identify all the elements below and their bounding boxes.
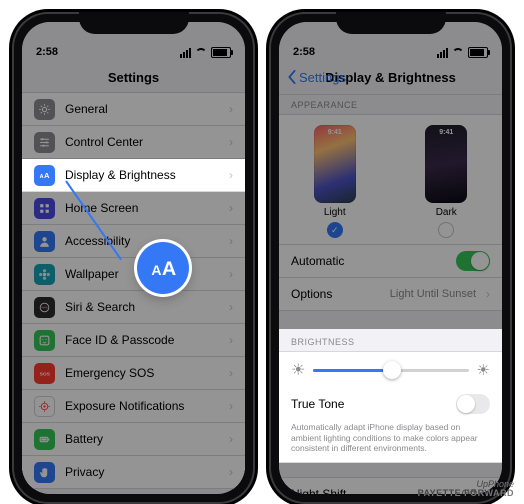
- siri-icon: [34, 297, 55, 318]
- sun-large-icon: ☀︎: [477, 361, 490, 379]
- chevron-right-icon: ›: [229, 399, 233, 413]
- row-accessibility[interactable]: Accessibility ›: [22, 225, 245, 258]
- row-automatic: Automatic: [279, 245, 502, 278]
- svg-text:A: A: [151, 262, 161, 278]
- notch: [79, 12, 189, 34]
- battery-icon: [34, 429, 55, 450]
- row-label: Accessibility: [65, 234, 219, 248]
- cell-signal-icon: [437, 48, 448, 58]
- light-label: Light: [324, 207, 346, 218]
- chevron-right-icon: ›: [229, 267, 233, 281]
- wifi-icon: [195, 48, 207, 57]
- back-button[interactable]: Settings: [287, 70, 346, 85]
- nav-bar: Settings: [22, 60, 245, 95]
- svg-text:SOS: SOS: [40, 371, 51, 377]
- row-label: Battery: [65, 432, 219, 446]
- brightness-header: Brightness: [279, 329, 502, 351]
- automatic-switch[interactable]: [456, 251, 490, 271]
- exposure-icon: [34, 396, 55, 417]
- row-face-id[interactable]: Face ID & Passcode ›: [22, 324, 245, 357]
- grid-icon: [34, 198, 55, 219]
- chevron-right-icon: ›: [486, 287, 490, 301]
- appearance-light[interactable]: Light: [314, 125, 356, 238]
- sos-icon: SOS: [34, 363, 55, 384]
- sun-small-icon: ☀︎: [291, 360, 305, 380]
- battery-icon: [468, 47, 488, 58]
- notch: [336, 12, 446, 34]
- row-battery[interactable]: Battery ›: [22, 423, 245, 456]
- dark-radio[interactable]: [438, 222, 454, 238]
- dark-label: Dark: [436, 207, 457, 218]
- gear-icon: [34, 99, 55, 120]
- chevron-right-icon: ›: [229, 366, 233, 380]
- true-tone-desc: Automatically adapt iPhone display based…: [279, 420, 502, 462]
- aA-icon: AA: [34, 165, 55, 186]
- status-time: 2:58: [36, 46, 58, 58]
- appearance-picker: Light Dark: [279, 114, 502, 244]
- chevron-left-icon: [287, 70, 297, 84]
- aA-icon: A A: [149, 254, 177, 282]
- watermark: UpPhonePAYETTE FORWARD: [418, 480, 514, 498]
- row-label: Emergency SOS: [65, 366, 219, 380]
- chevron-right-icon: ›: [229, 300, 233, 314]
- phone-left: 2:58 Settings General›Control Center›AAD…: [12, 12, 255, 504]
- automatic-label: Automatic: [291, 254, 446, 268]
- chevron-right-icon: ›: [229, 168, 233, 182]
- true-tone-switch[interactable]: [456, 394, 490, 414]
- dark-thumbnail: [425, 125, 467, 203]
- person-icon: [34, 231, 55, 252]
- cell-signal-icon: [180, 48, 191, 58]
- faceid-icon: [34, 330, 55, 351]
- settings-list[interactable]: General›Control Center›AADisplay & Brigh…: [22, 92, 245, 494]
- row-emergency-sos[interactable]: SOS Emergency SOS ›: [22, 357, 245, 390]
- chevron-right-icon: ›: [229, 102, 233, 116]
- row-general[interactable]: General ›: [22, 93, 245, 126]
- brightness-section: ☀︎ ☀︎ True Tone Automatically adapt iPho…: [279, 351, 502, 463]
- svg-text:A: A: [162, 258, 176, 280]
- appearance-header: Appearance: [279, 100, 502, 114]
- svg-text:A: A: [40, 174, 44, 180]
- row-display-brightness[interactable]: AA Display & Brightness ›: [22, 159, 245, 192]
- wifi-icon: [452, 48, 464, 57]
- row-label: Exposure Notifications: [65, 399, 219, 413]
- svg-text:A: A: [44, 171, 50, 180]
- chevron-right-icon: ›: [229, 333, 233, 347]
- row-true-tone: True Tone: [279, 388, 502, 420]
- status-time: 2:58: [293, 46, 315, 58]
- chevron-right-icon: ›: [229, 465, 233, 479]
- options-value: Light Until Sunset: [390, 288, 476, 300]
- row-label: Display & Brightness: [65, 168, 219, 182]
- row-options[interactable]: Options Light Until Sunset ›: [279, 278, 502, 310]
- chevron-right-icon: ›: [229, 201, 233, 215]
- row-privacy[interactable]: Privacy ›: [22, 456, 245, 488]
- chevron-right-icon: ›: [229, 234, 233, 248]
- light-radio[interactable]: [327, 222, 343, 238]
- row-label: Privacy: [65, 465, 219, 479]
- row-label: Face ID & Passcode: [65, 333, 219, 347]
- nav-bar: Settings Display & Brightness: [279, 60, 502, 95]
- row-label: Siri & Search: [65, 300, 219, 314]
- row-control-center[interactable]: Control Center ›: [22, 126, 245, 159]
- phone-right: 2:58 Settings Display & Brightness Appea…: [269, 12, 512, 504]
- nav-title: Settings: [108, 70, 159, 85]
- row-wallpaper[interactable]: Wallpaper›: [22, 258, 245, 291]
- appearance-dark[interactable]: Dark: [425, 125, 467, 238]
- options-label: Options: [291, 287, 380, 301]
- callout-bubble: A A: [137, 242, 189, 294]
- battery-icon: [211, 47, 231, 58]
- light-thumbnail: [314, 125, 356, 203]
- chevron-right-icon: ›: [229, 135, 233, 149]
- brightness-slider[interactable]: [313, 369, 468, 372]
- hand-icon: [34, 462, 55, 483]
- back-label: Settings: [299, 70, 346, 85]
- true-tone-label: True Tone: [291, 397, 344, 411]
- row-home-screen[interactable]: Home Screen›: [22, 192, 245, 225]
- chevron-right-icon: ›: [229, 432, 233, 446]
- sliders-icon: [34, 132, 55, 153]
- row-exposure[interactable]: Exposure Notifications ›: [22, 390, 245, 423]
- row-label: Control Center: [65, 135, 219, 149]
- flower-icon: [34, 264, 55, 285]
- row-label: General: [65, 102, 219, 116]
- row-siri-search[interactable]: Siri & Search ›: [22, 291, 245, 324]
